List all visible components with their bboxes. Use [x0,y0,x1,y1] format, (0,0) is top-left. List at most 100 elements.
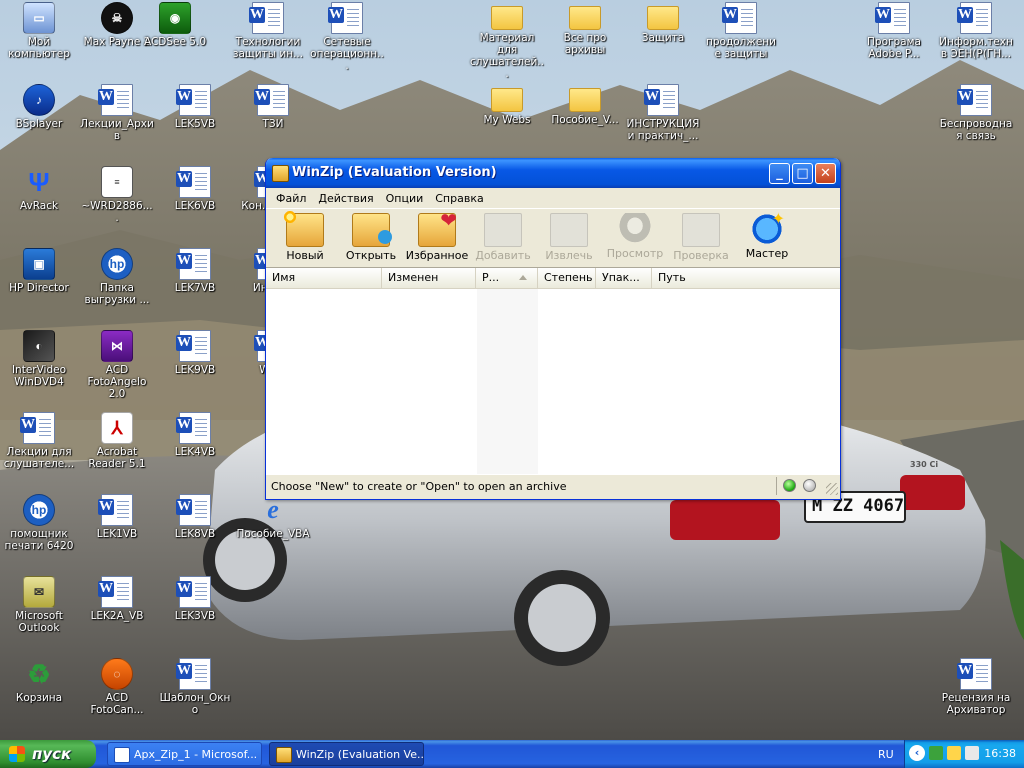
clock[interactable]: 16:38 [984,747,1016,760]
menu-options[interactable]: Опции [380,192,430,205]
desktop-icon[interactable]: LEK5VB [156,82,234,162]
open-button[interactable]: Открыть [338,209,404,265]
desktop-icon[interactable]: ✉ Microsoft Outlook [0,574,78,654]
desktop-icon[interactable]: e Пособие_VBA [234,492,312,572]
desktop-icon[interactable]: LEK9VB [156,328,234,408]
column-ratio[interactable]: Степень [538,268,596,288]
menu-actions[interactable]: Действия [312,192,379,205]
winzip-window[interactable]: WinZip (Evaluation Version) _ □ ✕ Файл Д… [265,158,841,500]
word-document-icon [176,658,211,690]
add-button[interactable]: Добавить [470,209,536,265]
desktop-icon[interactable]: Защита [624,0,702,80]
desktop-icon[interactable]: ◌ ACD FotoCan... [78,656,156,736]
desktop-icon[interactable]: Рецензия на Архиватор [937,656,1015,736]
desktop-icon[interactable]: hp Папка выгрузки ... [78,246,156,326]
desktop-icon[interactable]: ⅄ Acrobat Reader 5.1 [78,410,156,490]
desktop-icon[interactable]: ▣ HP Director [0,246,78,326]
column-path[interactable]: Путь [652,268,840,288]
taskbar-item-word[interactable]: Apx_Zip_1 - Microsof... [107,742,262,766]
outlook-icon: ✉ [23,576,55,608]
column-packed[interactable]: Упак... [596,268,652,288]
desktop-icon[interactable]: Материал для слушателей... [468,0,546,80]
desktop-icon[interactable]: LEK1VB [78,492,156,572]
network-icon[interactable] [929,746,943,760]
new-button[interactable]: Новый [272,209,338,265]
check-icon [682,213,720,247]
desktop-icon[interactable]: LEK3VB [156,574,234,654]
menu-file[interactable]: Файл [270,192,312,205]
desktop-icon-label: Беспроводная связь [939,118,1013,142]
resize-grip[interactable] [826,483,838,495]
column-size[interactable]: Р... [476,268,538,288]
file-list-header: Имя Изменен Р... Степень Упак... Путь [266,268,840,289]
desktop-icon[interactable]: LEK4VB [156,410,234,490]
view-button[interactable]: Просмотр [602,209,668,265]
desktop-icon[interactable]: Програма Adobe P... [855,0,933,80]
check-button[interactable]: Проверка [668,209,734,265]
check-button-label: Проверка [673,249,729,262]
desktop-icon-label: Пособие_VBA [236,528,310,540]
taskbar-item-winzip[interactable]: WinZip (Evaluation Ve... [269,742,424,766]
desktop-icon[interactable]: LEK7VB [156,246,234,326]
desktop-icon[interactable]: Информ.техн в ЭЕН(Р(ГН... [937,0,1015,80]
desktop-icon-label: BSplayer [15,118,63,130]
tray-app-icon[interactable] [947,746,961,760]
tray-expand-chevron-icon[interactable]: ‹ [909,745,925,761]
language-indicator[interactable]: RU [878,748,894,761]
start-button[interactable]: пуск [0,740,96,768]
close-button[interactable]: ✕ [815,163,836,184]
desktop-icon[interactable]: Сетевые операционн... [308,0,386,80]
desktop-icon-label: Шаблон_Окно [159,692,231,716]
desktop-icon[interactable]: продолжение защиты [702,0,780,80]
desktop-icon[interactable]: Пособие_V... [546,82,624,162]
desktop-icon-label: Информ.техн в ЭЕН(Р(ГН... [939,36,1013,60]
desktop-icon[interactable]: Все про архивы [546,0,624,80]
desktop-icon-label: LEK8VB [174,528,216,540]
word-document-icon [176,248,211,280]
window-titlebar[interactable]: WinZip (Evaluation Version) _ □ ✕ [266,158,840,188]
desktop-icon[interactable]: ▭ Мой компьютер [0,0,78,80]
desktop-icon-label: Лекции_Архив [80,118,154,142]
computer-icon: ▭ [23,2,55,34]
desktop-icon[interactable]: ◐ InterVideo WinDVD4 [0,328,78,408]
column-modified[interactable]: Изменен [382,268,476,288]
extract-button[interactable]: Извлечь [536,209,602,265]
column-name[interactable]: Имя [266,268,382,288]
desktop-icon[interactable]: LEK6VB [156,164,234,244]
maximize-button[interactable]: □ [792,163,813,184]
volume-icon[interactable] [965,746,979,760]
desktop-icon[interactable]: LEK2A_VB [78,574,156,654]
desktop-icon[interactable]: LEK8VB [156,492,234,572]
desktop-icon[interactable]: Лекции_Архив [78,82,156,162]
file-list[interactable] [266,289,840,474]
menu-help[interactable]: Справка [429,192,489,205]
sort-ascending-icon [519,275,527,280]
desktop-icon-label: LEK9VB [174,364,216,376]
desktop-icon[interactable]: My Webs [468,82,546,162]
toolbar: Новый Открыть Избранное Добавить Извлечь… [266,208,840,268]
desktop-icon[interactable]: hp помощник печати 6420 [0,492,78,572]
desktop-icon[interactable]: Ψ AvRack [0,164,78,244]
favorites-button[interactable]: Избранное [404,208,470,265]
desktop-icon[interactable]: ♪ BSplayer [0,82,78,162]
system-tray: ‹ 16:38 [904,740,1024,768]
minimize-button[interactable]: _ [769,163,790,184]
wizard-button[interactable]: Мастер [734,209,800,265]
desktop-icon-label: Корзина [15,692,63,704]
desktop-icon[interactable]: Технологии защиты ин... [229,0,307,80]
wizard-icon [749,209,785,245]
desktop-icon[interactable]: ◉ ACDSee 5.0 [136,0,214,80]
start-button-label: пуск [32,745,72,763]
desktop-icon[interactable]: ♻ Корзина [0,656,78,736]
desktop-icon[interactable]: Лекции для слушателе... [0,410,78,490]
desktop-icon[interactable]: ⋈ ACD FotoAngelo 2.0 [78,328,156,408]
winzip-app-icon[interactable] [272,165,289,182]
desktop-icon[interactable]: Беспроводная связь [937,82,1015,162]
acrobat-icon: ⅄ [101,412,133,444]
desktop-icon[interactable]: Шаблон_Окно [156,656,234,736]
extract-button-label: Извлечь [545,249,593,262]
desktop-icon[interactable]: ТЗИ [234,82,312,162]
desktop-icon[interactable]: ≡ ~WRD2886.... [78,164,156,244]
desktop-icon[interactable]: ИНСТРУКЦИЯ и практич_... [624,82,702,162]
desktop-icon-label: HP Director [9,282,69,294]
